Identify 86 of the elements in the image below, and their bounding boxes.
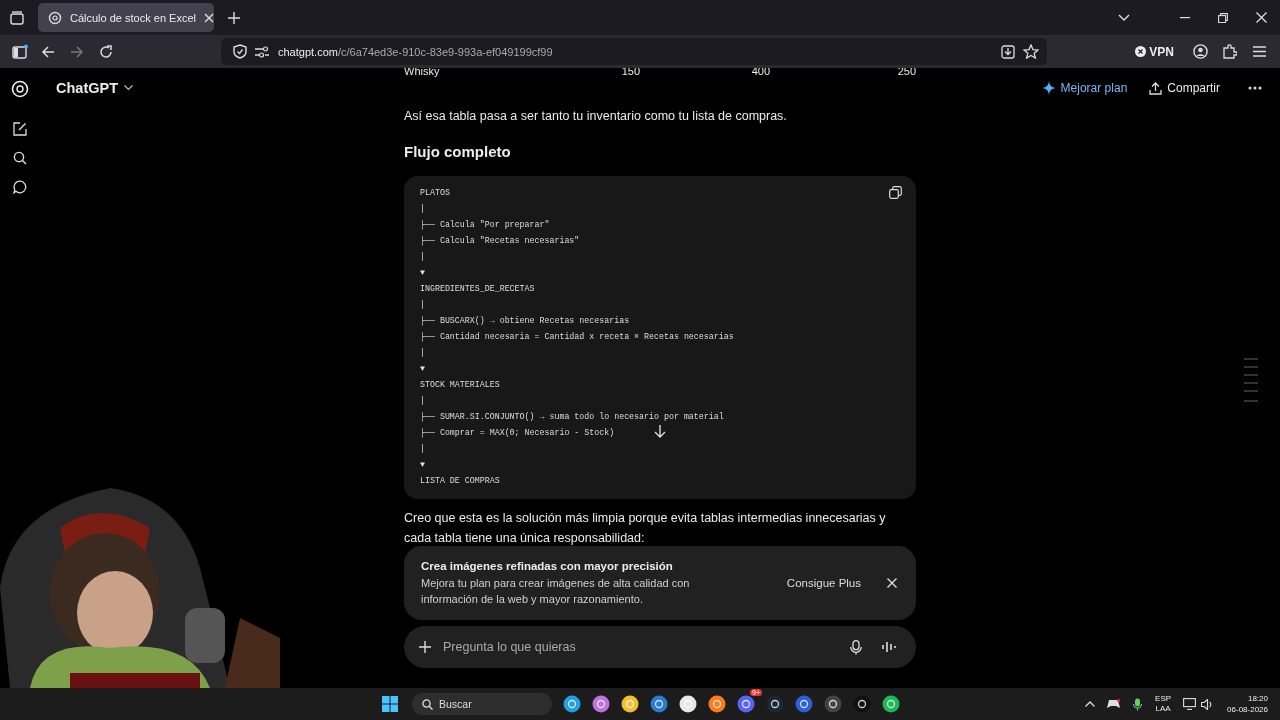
code-line: LISTA DE COMPRAS [420, 475, 500, 487]
windows-logo-icon[interactable] [382, 696, 398, 712]
paragraph: Así esa tabla pasa a ser tanto tu inventario como tu lista de compras. [404, 108, 788, 124]
prompt-input[interactable]: Pregunta lo que quieras [441, 639, 850, 655]
model-selector[interactable]: ChatGPT [52, 77, 138, 99]
language-label[interactable]: ESP [1155, 694, 1172, 704]
code-line: | [420, 299, 425, 311]
minimap-drawing [1244, 358, 1258, 402]
new-tab-icon[interactable] [228, 11, 240, 24]
search-icon [422, 698, 433, 710]
table-cell-text: 150 [620, 68, 640, 77]
clock-time[interactable]: 18:20 [1247, 693, 1268, 704]
upgrade-button[interactable]: Mejorar plan [1035, 77, 1134, 99]
upload-icon [1149, 81, 1163, 95]
section-heading: Flujo completo [404, 142, 512, 162]
microphone-icon[interactable] [850, 639, 862, 655]
reload-icon[interactable] [99, 44, 113, 59]
code-line: ▼ [420, 363, 425, 375]
code-line: ├── Cantidad necesaria = Cantidad x receta × Recetas necesarias [420, 331, 734, 344]
code-line: STOCK MATERIALES [420, 379, 500, 391]
address-bar[interactable]: chatgpt.com/c/6a74ed3e-910c-83e9-993a-ef049199cf99 [221, 38, 1047, 65]
clock-date[interactable]: 06-08-2026 [1227, 704, 1268, 715]
paragraph: Creo que esta es la solución más limpia porque evita tablas intermedias innecesarias y cada tabla tiene una única responsabilidad: [404, 510, 887, 546]
search-icon[interactable] [13, 151, 27, 165]
vpn-button[interactable]: VPN [1133, 42, 1176, 61]
gamepad-icon[interactable] [1107, 699, 1121, 709]
close-circle-icon [1135, 46, 1147, 57]
code-line: | [420, 347, 425, 359]
knot-logo-icon[interactable] [11, 80, 29, 98]
star-icon[interactable] [1023, 44, 1039, 59]
share-button[interactable]: Compartir [1143, 77, 1226, 99]
chevron-up-icon[interactable] [1085, 701, 1096, 707]
close-icon[interactable] [887, 578, 897, 588]
sidebar-icon[interactable] [12, 43, 28, 60]
banner-text: Mejora tu plan para crear imágenes de alta calidad con información de la web y mayor razonamiento. [421, 575, 691, 607]
table-cell-text: 250 [896, 68, 916, 77]
code-line: ├── SUMAR.SI.CONJUNTO() → suma todo lo necesario por material [420, 411, 724, 424]
account-icon[interactable] [1193, 44, 1208, 59]
speech-bubble-icon[interactable] [13, 180, 27, 194]
code-line: | [420, 251, 425, 263]
get-plus-button[interactable]: Consigue Plus [782, 573, 865, 593]
menu-icon[interactable] [1253, 46, 1266, 57]
circle-icon[interactable] [795, 695, 813, 713]
copy-icon[interactable] [889, 186, 902, 199]
speaker-icon[interactable] [1201, 698, 1214, 710]
code-line: | [420, 203, 425, 215]
close-icon[interactable] [203, 12, 214, 23]
back-icon[interactable] [41, 44, 55, 59]
edit-icon[interactable] [13, 122, 27, 136]
banner-title: Crea imágenes refinadas con mayor precisión [421, 559, 674, 572]
sparkle-icon [1041, 81, 1056, 95]
table-cell-text: Whisky [404, 68, 441, 77]
plus-icon[interactable] [419, 641, 431, 653]
code-line: ├── Calcula "Recetas necesarias" [420, 235, 580, 248]
knot-logo-icon [48, 10, 62, 25]
restore-icon[interactable] [1218, 12, 1228, 23]
code-line: ├── BUSCARX() → obtiene Recetas necesarias [420, 315, 630, 328]
layout-label[interactable]: LAA [1155, 704, 1171, 714]
code-line: ▼ [420, 267, 425, 279]
code-line: ├── Calcula "Por preparar" [420, 219, 550, 232]
tab-list-icon[interactable] [9, 9, 25, 26]
shield-icon[interactable] [233, 44, 247, 59]
code-line: ├── Comprar = MAX(0; Necesario - Stock) [420, 427, 615, 440]
voice-wave-icon[interactable] [882, 640, 896, 654]
code-line: ▼ [420, 459, 425, 471]
close-icon[interactable] [1256, 12, 1267, 23]
monitor-icon[interactable] [1183, 698, 1197, 710]
table-cell-text: 400 [750, 68, 770, 77]
caret-icon [124, 85, 134, 91]
microphone-icon[interactable] [1133, 697, 1143, 711]
search-field[interactable]: Buscar [412, 693, 552, 715]
prompt-field[interactable]: Pregunta lo que quieras [404, 626, 916, 668]
browser-tab[interactable]: Cálculo de stock en Excel [38, 3, 214, 32]
caret-icon[interactable] [1118, 13, 1130, 22]
code-line: INGREDIENTES_DE_RECETAS [420, 283, 535, 295]
code-line: | [420, 443, 425, 455]
sliders-icon[interactable] [255, 45, 269, 58]
download-icon[interactable] [1001, 44, 1015, 59]
scroll-down-icon[interactable] [654, 425, 666, 438]
url-text: chatgpt.com/c/6a74ed3e-910c-83e9-993a-ef049199cf99 [278, 45, 553, 58]
code-line: | [420, 395, 425, 407]
puzzle-icon[interactable] [1223, 44, 1237, 59]
more-icon[interactable] [1248, 86, 1262, 90]
minimize-icon[interactable] [1180, 16, 1190, 19]
code-line: PLATOS [420, 187, 450, 199]
ring-icon[interactable] [824, 695, 842, 713]
